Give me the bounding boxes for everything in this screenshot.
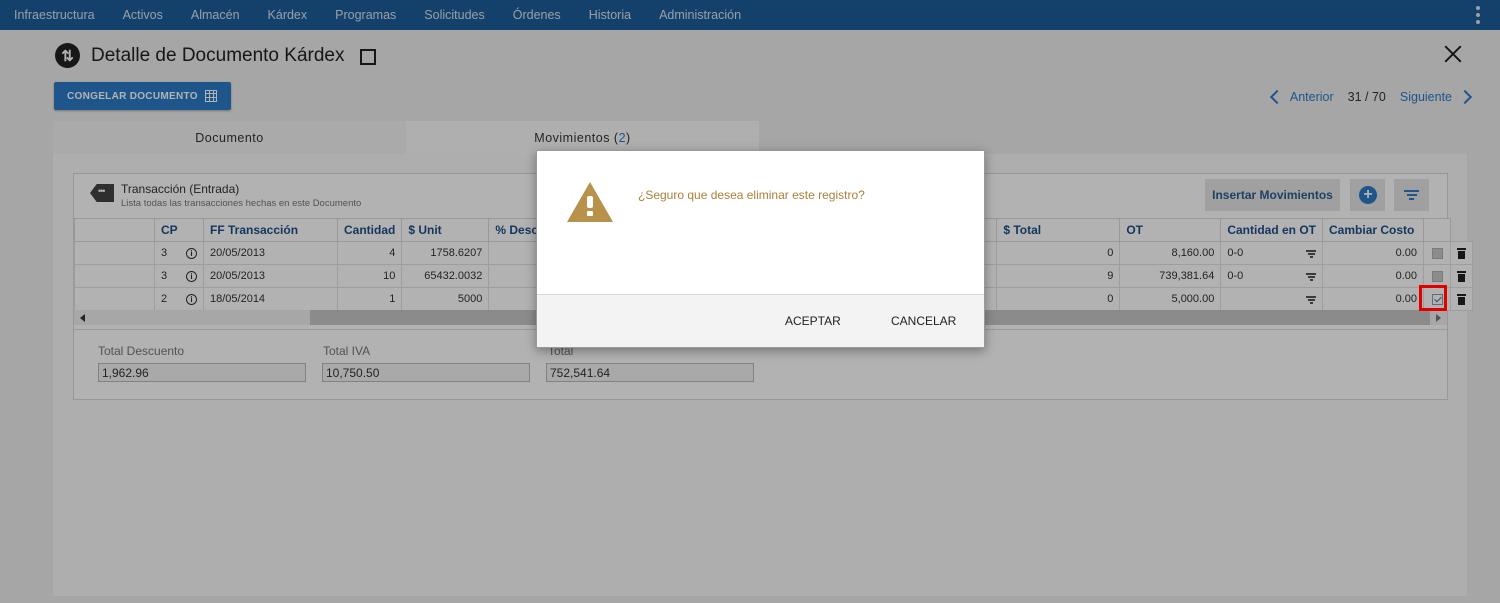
warning-icon — [567, 182, 613, 222]
confirm-delete-dialog: ¿Seguro que desea eliminar este registro… — [536, 150, 985, 348]
accept-button[interactable]: ACEPTAR — [785, 314, 841, 328]
dialog-message: ¿Seguro que desea eliminar este registro… — [638, 188, 865, 202]
cancel-button[interactable]: CANCELAR — [891, 314, 956, 328]
delete-highlight-box — [1419, 285, 1447, 311]
